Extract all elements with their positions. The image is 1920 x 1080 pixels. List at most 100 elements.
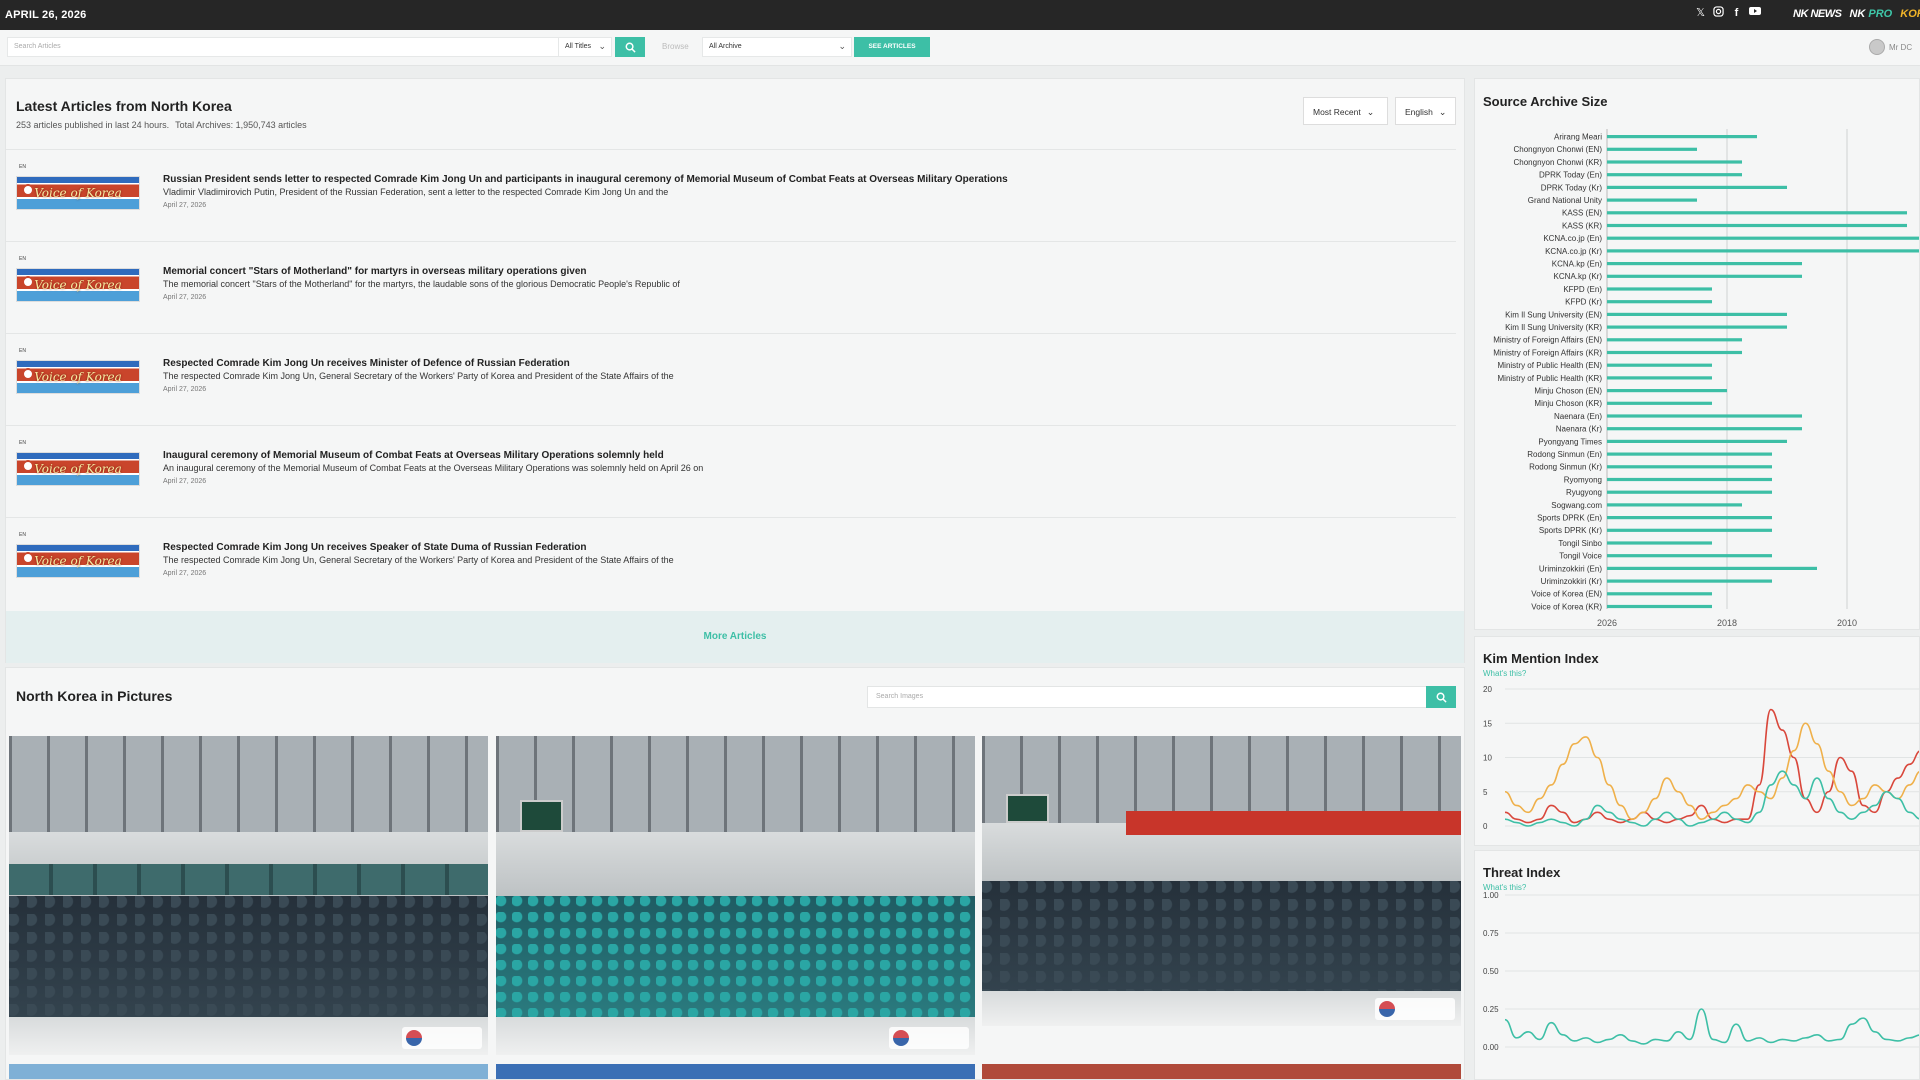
article-language: EN: [19, 532, 26, 538]
bar: [1607, 579, 1772, 583]
category-label: KFPD (En): [1563, 285, 1602, 294]
article-headline[interactable]: Inaugural ceremony of Memorial Museum of…: [163, 450, 664, 461]
thumbnail-caption: Voice of Korea: [34, 370, 122, 384]
category-label: KFPD (Kr): [1565, 298, 1602, 307]
nkpro-link-a: NK: [1849, 8, 1869, 20]
article-thumbnail[interactable]: Voice of Korea: [16, 268, 140, 302]
category-label: Ryugyong: [1566, 488, 1602, 497]
more-articles-button[interactable]: More Articles: [6, 611, 1464, 663]
sort-select[interactable]: Most Recent ⌄: [1303, 97, 1388, 125]
article-thumbnail[interactable]: Voice of Korea: [16, 544, 140, 578]
article-thumbnail[interactable]: Voice of Korea: [16, 176, 140, 210]
instagram-icon[interactable]: [1712, 6, 1725, 20]
article-language: EN: [19, 256, 26, 262]
photo-thumbnail[interactable]: [496, 1064, 975, 1079]
bar: [1607, 300, 1712, 304]
y-tick-label: 10: [1483, 754, 1492, 763]
right-sidebar: Source Archive Size2026201820102002Arira…: [1474, 78, 1920, 1080]
youtube-icon[interactable]: [1748, 6, 1761, 20]
brand-links: NK NEWS NK PRO KOR: [1793, 8, 1920, 20]
source-archive-panel: Source Archive Size2026201820102002Arira…: [1474, 78, 1920, 630]
category-label: KCNA.co.jp (Kr): [1545, 247, 1602, 256]
category-label: Uriminzokkiri (En): [1539, 564, 1602, 573]
whats-this-link[interactable]: What's this?: [1483, 883, 1526, 892]
bar: [1607, 414, 1802, 418]
photo-station-banner[interactable]: [982, 736, 1461, 1026]
current-date: APRIL 26, 2026: [5, 9, 87, 21]
search-images-button[interactable]: [1426, 686, 1456, 708]
article-headline[interactable]: Respected Comrade Kim Jong Un receives M…: [163, 358, 570, 369]
search-images-input[interactable]: Search Images: [867, 686, 1429, 708]
category-label: Voice of Korea (KR): [1531, 602, 1602, 611]
nkpro-link[interactable]: NK PRO: [1849, 8, 1892, 20]
x-tick-label: 2026: [1597, 618, 1617, 628]
article-headline[interactable]: Russian President sends letter to respec…: [163, 174, 1008, 185]
user-menu[interactable]: Mr DC: [1869, 39, 1912, 55]
kcna-logo-icon: [1375, 998, 1455, 1020]
article-row[interactable]: EN Voice of Korea Memorial concert "Stars …: [6, 241, 1456, 333]
y-tick-label: 20: [1483, 685, 1492, 694]
flag-star-icon: [22, 184, 34, 196]
archive-title: Source Archive Size: [1483, 94, 1608, 109]
chevron-down-icon: ⌄: [598, 41, 606, 51]
series-line: [1504, 708, 1919, 824]
y-tick-label: 5: [1483, 788, 1488, 797]
category-label: Chongnyon Chonwi (KR): [1514, 158, 1603, 167]
article-headline[interactable]: Respected Comrade Kim Jong Un receives S…: [163, 542, 586, 553]
bar: [1607, 211, 1907, 215]
x-icon[interactable]: 𝕏: [1694, 6, 1707, 20]
kim-mention-panel: Kim Mention Index What's this? 20 15 10 5 0: [1474, 636, 1920, 846]
archive-select[interactable]: All Archive ⌄: [702, 37, 852, 57]
category-label: Ministry of Public Health (KR): [1498, 374, 1603, 383]
thumbnail-caption: Voice of Korea: [34, 186, 122, 200]
category-label: Naenara (En): [1554, 412, 1602, 421]
photo-station-delegation[interactable]: [9, 736, 488, 1055]
bar: [1607, 325, 1787, 329]
user-name: Mr DC: [1889, 42, 1913, 52]
kim-mention-title: Kim Mention Index: [1483, 651, 1599, 666]
article-date: April 27, 2026: [163, 294, 207, 301]
see-articles-button[interactable]: SEE ARTICLES: [854, 37, 930, 57]
article-row[interactable]: EN Voice of Korea Inaugural ceremony of Me…: [6, 425, 1456, 517]
article-description: The respected Comrade Kim Jong Un, Gener…: [163, 371, 674, 381]
article-thumbnail[interactable]: Voice of Korea: [16, 452, 140, 486]
photo-station-band[interactable]: [496, 736, 975, 1055]
category-label: Naenara (Kr): [1556, 425, 1603, 434]
article-language: EN: [19, 440, 26, 446]
threat-index-panel: Threat Index What's this? 1.00 0.75 0.50 0.…: [1474, 850, 1920, 1080]
bar: [1607, 185, 1787, 189]
article-row[interactable]: EN Voice of Korea Respected Comrade Kim Jo…: [6, 517, 1456, 609]
kim-mention-chart: 20 15 10 5 0: [1483, 685, 1919, 831]
bar: [1607, 223, 1907, 228]
category-label: Minju Choson (EN): [1534, 387, 1602, 396]
category-label: Ministry of Foreign Affairs (KR): [1493, 348, 1602, 357]
category-label: KASS (KR): [1562, 221, 1602, 230]
article-thumbnail[interactable]: Voice of Korea: [16, 360, 140, 394]
article-description: The memorial concert "Stars of the Mothe…: [163, 279, 680, 289]
article-headline[interactable]: Memorial concert "Stars of Motherland" f…: [163, 266, 587, 277]
article-date: April 27, 2026: [163, 386, 207, 393]
article-row[interactable]: EN Voice of Korea Russian President sends …: [6, 149, 1456, 241]
latest-articles-panel: Latest Articles from North Korea 253 art…: [5, 78, 1465, 663]
y-tick-label: 0: [1483, 822, 1488, 831]
nknews-link[interactable]: NK NEWS: [1793, 8, 1842, 20]
photo-thumbnail[interactable]: [982, 1064, 1461, 1079]
bar: [1607, 147, 1697, 151]
article-row[interactable]: EN Voice of Korea Respected Comrade Kim Jo…: [6, 333, 1456, 425]
x-tick-label: 2018: [1717, 618, 1737, 628]
published-count: 253 articles published in last 24 hours.: [16, 120, 170, 130]
search-button[interactable]: [615, 37, 645, 57]
category-label: Tongil Sinbo: [1558, 539, 1602, 548]
bar: [1607, 160, 1742, 164]
archive-select-value: All Archive: [709, 43, 742, 50]
korea-risk-link[interactable]: KOR: [1900, 8, 1920, 20]
whats-this-link[interactable]: What's this?: [1483, 669, 1526, 678]
photo-thumbnail[interactable]: [9, 1064, 488, 1079]
bar: [1607, 452, 1772, 456]
bar: [1607, 350, 1742, 355]
language-select[interactable]: English ⌄: [1395, 97, 1456, 125]
titles-select[interactable]: All Titles ⌄: [558, 37, 612, 57]
section-title: North Korea in Pictures: [16, 688, 173, 704]
search-articles-input[interactable]: Search Articles: [7, 37, 559, 57]
facebook-icon[interactable]: f: [1730, 6, 1743, 20]
